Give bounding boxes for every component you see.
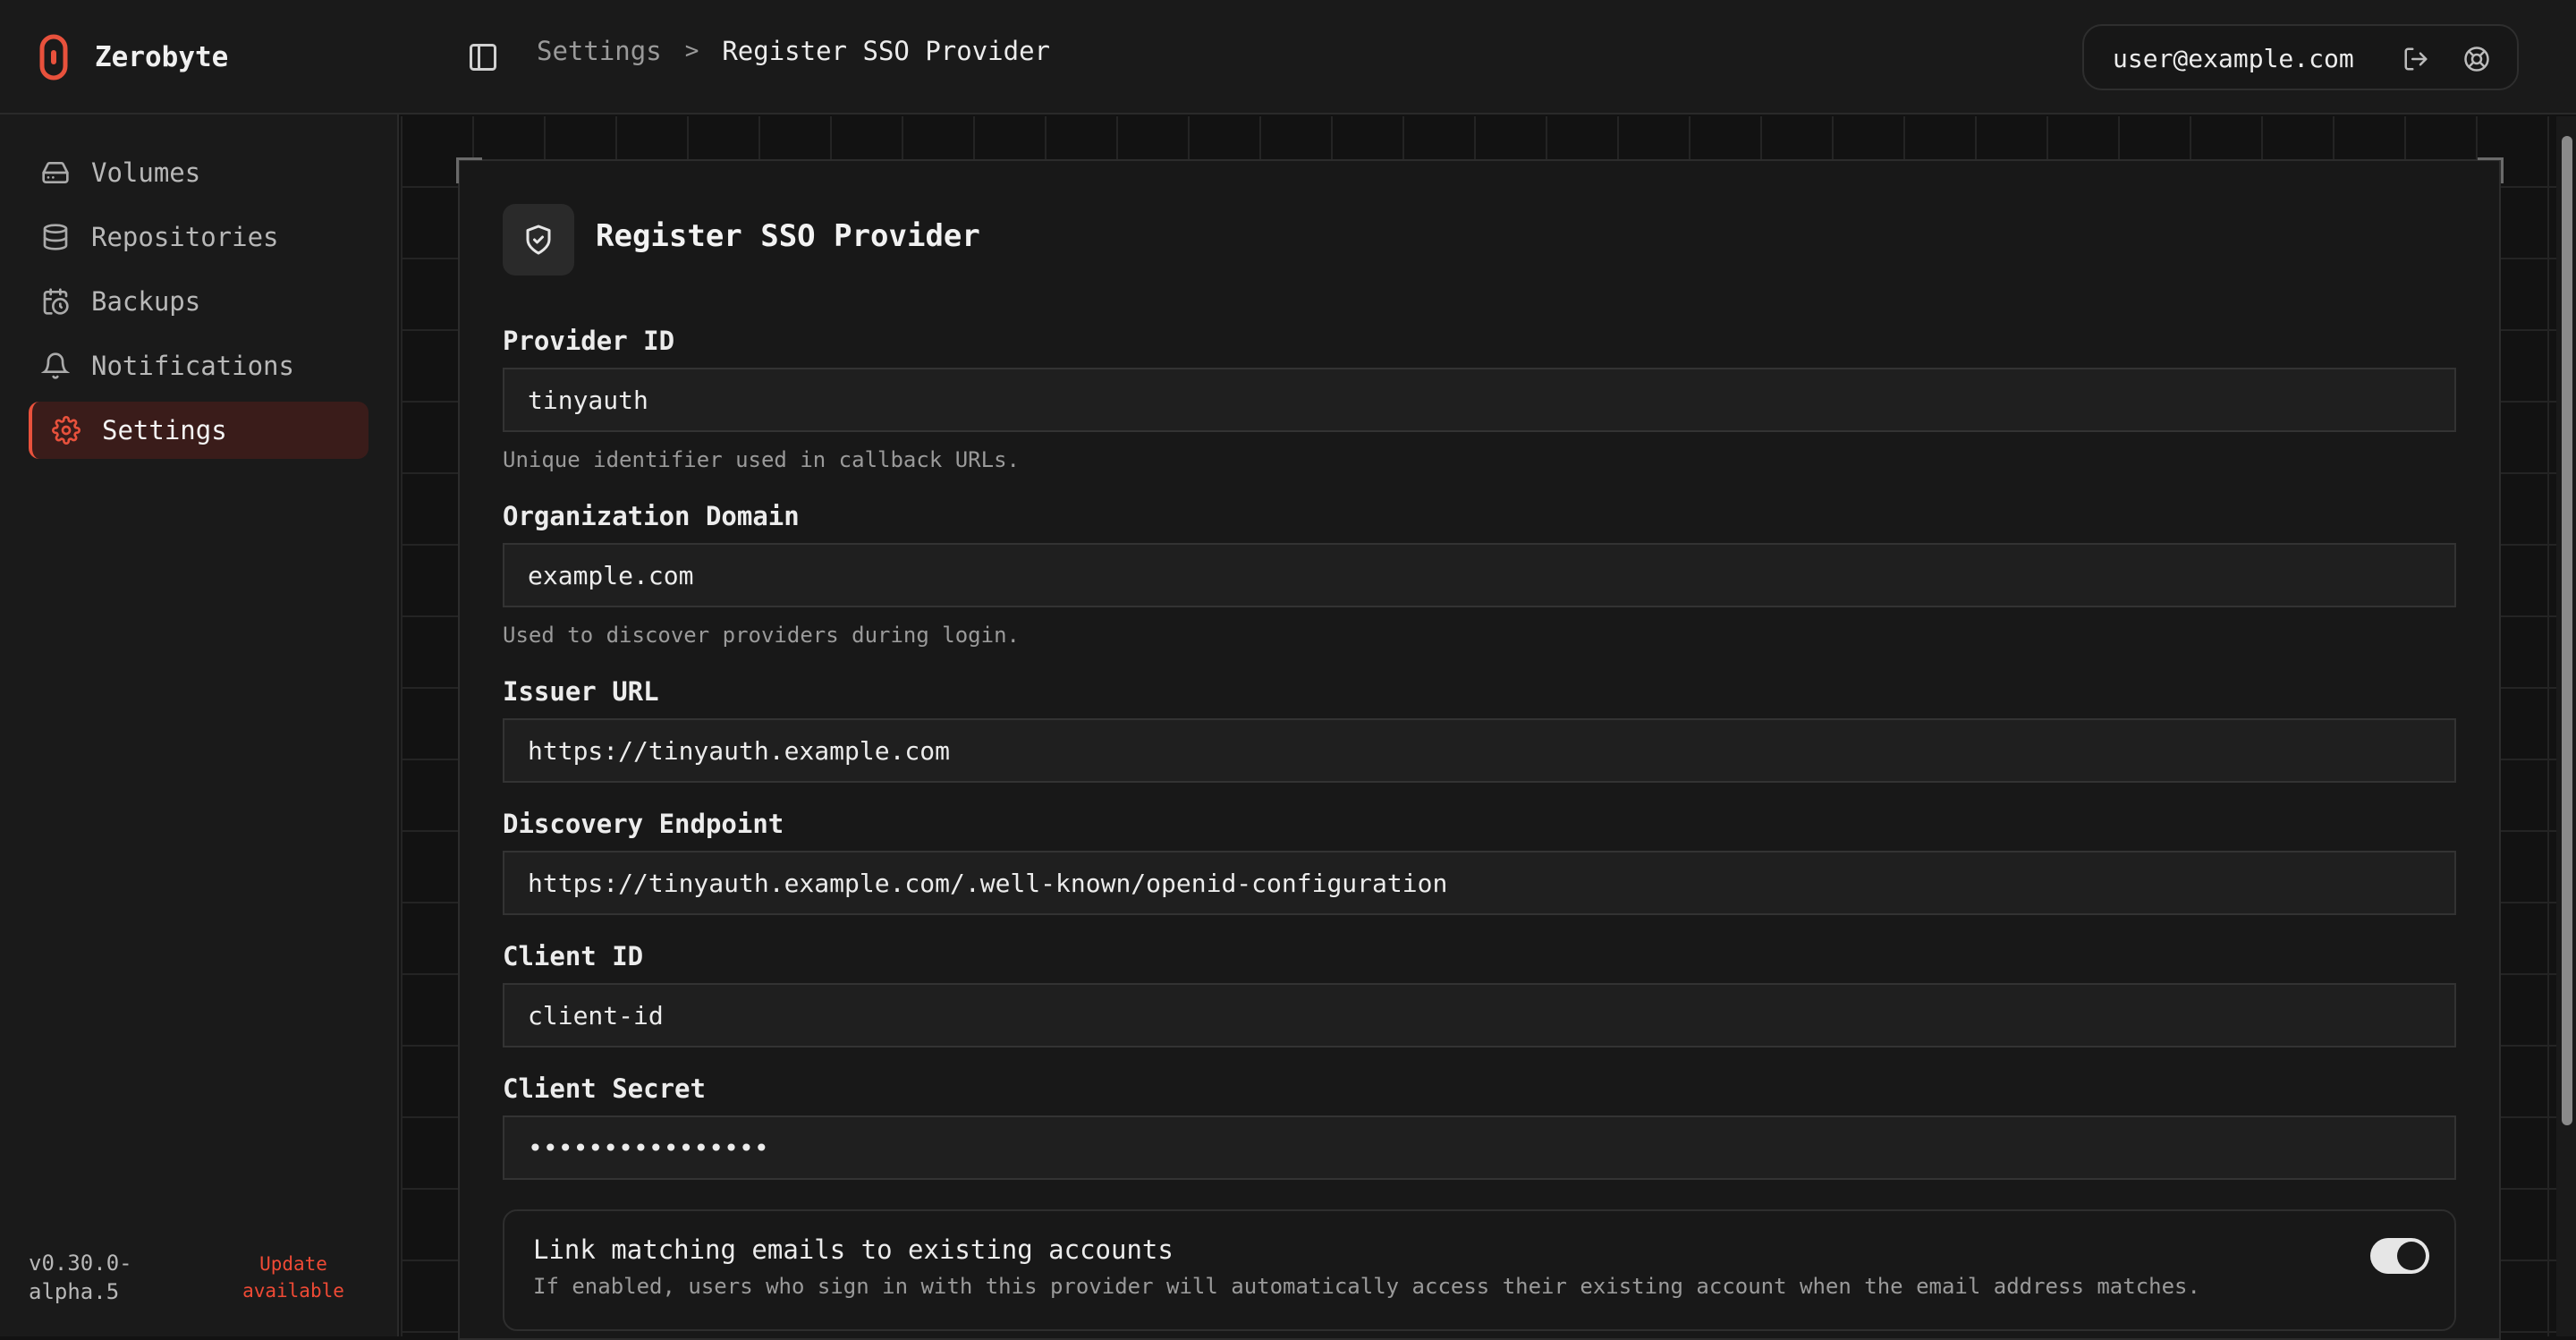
sidebar-item-label: Settings [102,415,227,445]
help-icon[interactable] [2463,46,2490,72]
link-accounts-setting: Link matching emails to existing account… [503,1209,2456,1331]
zerobyte-logo-icon [39,34,68,81]
client-secret-label: Client Secret [503,1073,706,1104]
breadcrumb-separator: > [684,38,699,64]
scrollbar-thumb[interactable] [2562,136,2572,1125]
gear-icon [52,416,80,445]
sidebar-item-label: Notifications [91,351,294,381]
sidebar-item-settings[interactable]: Settings [29,402,369,459]
client-id-label: Client ID [503,941,644,971]
toggle-knob [2397,1242,2426,1270]
database-icon [43,224,68,250]
user-email: user@example.com [2113,44,2354,73]
provider-id-label: Provider ID [503,326,675,356]
breadcrumb: Settings > Register SSO Provider [537,36,1050,66]
issuer-url-input[interactable] [503,718,2456,783]
brand[interactable]: Zerobyte [39,32,228,82]
client-id-input[interactable] [503,983,2456,1047]
issuer-url-label: Issuer URL [503,676,659,707]
sidebar: Volumes Repositories Backups Notificatio… [0,114,399,1336]
organization-domain-input[interactable] [503,543,2456,607]
discovery-endpoint-input[interactable] [503,851,2456,915]
sidebar-item-label: Volumes [91,157,201,188]
logout-icon[interactable] [2402,46,2429,72]
card-corner-decoration [456,157,482,183]
sidebar-item-label: Backups [91,286,201,317]
link-accounts-description: If enabled, users who sign in with this … [533,1274,2200,1299]
sidebar-item-repositories[interactable]: Repositories [29,208,369,266]
sidebar-item-label: Repositories [91,222,279,252]
top-header: Zerobyte Settings > Register SSO Provide… [0,0,2576,114]
sidebar-item-backups[interactable]: Backups [29,273,369,330]
client-secret-input[interactable] [503,1115,2456,1180]
sidebar-item-notifications[interactable]: Notifications [29,337,369,394]
hard-drive-icon [42,162,69,183]
link-accounts-toggle[interactable] [2370,1238,2429,1274]
calendar-clock-icon [43,288,69,315]
sidebar-toggle-icon[interactable] [467,41,499,73]
organization-domain-hint: Used to discover providers during login. [503,623,1020,648]
breadcrumb-settings-link[interactable]: Settings [537,36,662,66]
card-corner-decoration [2478,157,2504,183]
organization-domain-label: Organization Domain [503,501,800,531]
link-accounts-title: Link matching emails to existing account… [533,1234,1174,1265]
bell-icon [41,352,70,379]
provider-id-input[interactable] [503,368,2456,432]
sidebar-item-volumes[interactable]: Volumes [29,144,369,201]
provider-id-hint: Unique identifier used in callback URLs. [503,447,1020,472]
update-available-link[interactable]: Update available [231,1251,356,1304]
discovery-endpoint-label: Discovery Endpoint [503,809,784,839]
page-title: Register SSO Provider [596,218,980,254]
card-title-icon-box [503,204,574,276]
version-label: v0.30.0-alpha.5 [29,1251,132,1304]
shield-check-icon [526,225,551,255]
user-menu: user@example.com [2082,24,2519,90]
app-name: Zerobyte [95,41,229,73]
breadcrumb-current: Register SSO Provider [722,36,1050,66]
